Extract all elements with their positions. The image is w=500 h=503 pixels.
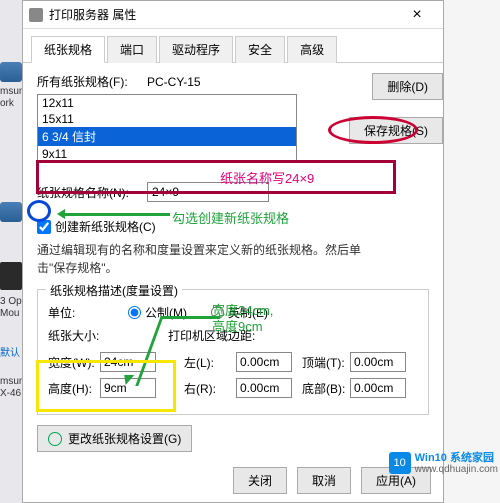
width-label: 宽度(W):	[48, 354, 100, 371]
measurement-group: 纸张规格描述(度量设置) 单位: 公制(M) 英制(E) 纸张大小: 打印机区域…	[37, 289, 429, 415]
server-name: PC-CY-15	[147, 75, 201, 89]
titlebar: 打印服务器 属性 ×	[23, 1, 443, 29]
bg-text: 默认	[0, 344, 20, 359]
printer-icon	[0, 202, 22, 222]
tab-drivers[interactable]: 驱动程序	[159, 36, 233, 63]
unit-label: 单位:	[48, 304, 88, 321]
close-dialog-button[interactable]: 关闭	[233, 467, 287, 494]
watermark-brand: Win10 系统家园	[415, 452, 498, 464]
description-text: 通过编辑现有的名称和度量设置来定义新的纸张规格。然后单 击"保存规格"。	[37, 241, 429, 277]
radio-metric-input[interactable]	[128, 306, 141, 319]
bg-text: msun	[0, 86, 24, 97]
annotation-arrow	[60, 213, 170, 216]
gear-icon	[48, 432, 62, 446]
all-formats-label: 所有纸张规格(F):	[37, 73, 147, 90]
format-name-input[interactable]	[147, 182, 269, 202]
cancel-button[interactable]: 取消	[297, 467, 351, 494]
margin-top-input[interactable]	[350, 352, 406, 372]
tab-bar: 纸张规格 端口 驱动程序 安全 高级	[23, 29, 443, 63]
margin-left-input[interactable]	[236, 352, 292, 372]
tab-security[interactable]: 安全	[235, 36, 285, 63]
watermark-logo: 10	[389, 452, 411, 474]
list-item[interactable]: 12x11	[38, 95, 296, 111]
height-label: 高度(H):	[48, 380, 100, 397]
device-icon	[0, 262, 22, 290]
properties-dialog: 打印服务器 属性 × 纸张规格 端口 驱动程序 安全 高级 所有纸张规格(F):…	[22, 0, 444, 503]
delete-button[interactable]: 删除(D)	[372, 73, 443, 100]
bg-text: ork	[0, 98, 14, 109]
change-format-button[interactable]: 更改纸张规格设置(G)	[37, 425, 192, 452]
group-title: 纸张规格描述(度量设置)	[46, 282, 182, 299]
bg-text: 3 Op	[0, 296, 22, 307]
margin-right-input[interactable]	[236, 378, 292, 398]
printer-server-icon	[29, 8, 43, 22]
tab-paper-format[interactable]: 纸张规格	[31, 36, 105, 63]
watermark-url: www.qdhuajin.com	[415, 464, 498, 475]
tab-advanced[interactable]: 高级	[287, 36, 337, 63]
size-header: 纸张大小:	[48, 327, 168, 344]
save-format-button[interactable]: 保存规格(S)	[349, 117, 443, 144]
bottom-label: 底部(B):	[302, 380, 350, 397]
watermark: 10 Win10 系统家园 www.qdhuajin.com	[389, 452, 498, 475]
bg-text: Mou	[0, 308, 19, 319]
radio-label: 英制(E)	[228, 304, 268, 321]
list-item[interactable]: 9x11	[38, 146, 296, 162]
margin-bottom-input[interactable]	[350, 378, 406, 398]
list-item[interactable]: 15x11	[38, 111, 296, 127]
format-name-label: 纸张规格名称(N):	[37, 184, 147, 201]
list-item-selected[interactable]: 6 3/4 信封	[38, 127, 296, 146]
close-button[interactable]: ×	[397, 3, 437, 27]
formats-listbox[interactable]: 12x11 15x11 6 3/4 信封 9x11	[37, 94, 297, 162]
window-title: 打印服务器 属性	[49, 6, 397, 23]
bg-text: msun	[0, 376, 24, 387]
create-new-label: 创建新纸张规格(C)	[55, 218, 156, 235]
top-label: 顶端(T):	[302, 354, 350, 371]
desc-line: 击"保存规格"。	[37, 261, 118, 275]
desc-line: 通过编辑现有的名称和度量设置来定义新的纸张规格。然后单	[37, 243, 361, 257]
printer-icon	[0, 62, 22, 82]
create-new-checkbox[interactable]	[37, 220, 51, 234]
bg-text: X-46	[0, 388, 21, 399]
tab-ports[interactable]: 端口	[107, 36, 157, 63]
button-label: 更改纸张规格设置(G)	[68, 430, 181, 447]
